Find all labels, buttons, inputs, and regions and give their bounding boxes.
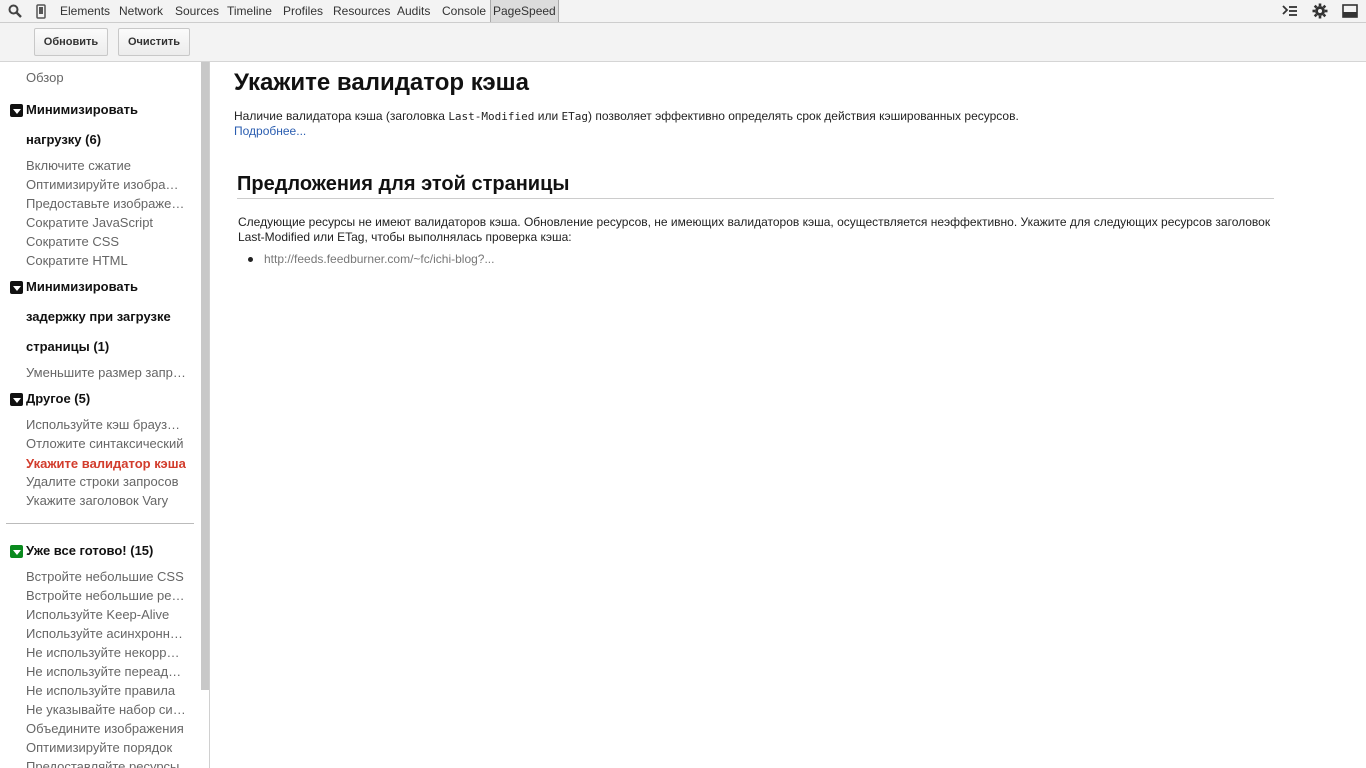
collapse-triangle-icon[interactable]: [10, 393, 23, 406]
sidebar-rule-item[interactable]: Отложите синтаксический: [26, 436, 186, 452]
sidebar-rule-item[interactable]: Используйте асинхронные: [26, 626, 186, 642]
rules-sidebar: Обзор Минимизировать нагрузку (6) Включи…: [0, 62, 210, 768]
sidebar-rule-item[interactable]: Сократите HTML: [26, 253, 186, 269]
pagespeed-toolbar: Обновить Очистить: [0, 23, 1366, 62]
clear-button[interactable]: Очистить: [118, 28, 190, 56]
learn-more-link[interactable]: Подробнее...: [234, 124, 306, 138]
sidebar-divider: [6, 523, 194, 524]
sidebar-rule-item[interactable]: Сократите JavaScript: [26, 215, 186, 231]
sidebar-rule-item[interactable]: Уменьшите размер запросов: [26, 365, 186, 381]
group-title-line[interactable]: задержку при загрузке: [26, 309, 171, 325]
tab-audits[interactable]: Audits: [397, 0, 430, 22]
sidebar-rule-item[interactable]: Объедините изображения: [26, 721, 186, 737]
sidebar-rule-item[interactable]: Предоставьте изображения: [26, 196, 186, 212]
group-title-line[interactable]: Минимизировать: [26, 102, 138, 118]
sidebar-rule-item[interactable]: Не используйте переадресацию: [26, 664, 186, 680]
intro-text: Наличие валидатора кэша (заголовка: [234, 109, 449, 123]
tab-console[interactable]: Console: [442, 0, 486, 22]
tab-pagespeed[interactable]: PageSpeed: [490, 0, 559, 22]
sidebar-rule-item[interactable]: Сократите CSS: [26, 234, 186, 250]
tab-timeline[interactable]: Timeline: [227, 0, 272, 22]
sidebar-scrollbar[interactable]: [201, 62, 209, 690]
tab-profiles[interactable]: Profiles: [283, 0, 323, 22]
rule-title: Укажите валидатор кэша: [234, 69, 530, 96]
collapse-triangle-icon[interactable]: [10, 104, 23, 117]
sidebar-item-overview[interactable]: Обзор: [26, 70, 186, 86]
group-title-line[interactable]: Уже все готово! (15): [26, 543, 153, 559]
sidebar-rule-item[interactable]: Оптимизируйте порядок: [26, 740, 186, 756]
sidebar-rule-item[interactable]: Оптимизируйте изображения: [26, 177, 186, 193]
section-divider: [237, 198, 1274, 199]
section-title: Предложения для этой страницы: [237, 173, 570, 195]
sidebar-rule-item[interactable]: Используйте Keep-Alive: [26, 607, 186, 623]
tab-elements[interactable]: Elements: [60, 0, 110, 22]
collapse-triangle-icon[interactable]: [10, 281, 23, 294]
dock-side-icon[interactable]: [1342, 3, 1358, 19]
sidebar-rule-item[interactable]: Удалите строки запросов: [26, 474, 186, 490]
sidebar-rule-item[interactable]: Включите сжатие: [26, 158, 186, 174]
intro-text: ) позволяет эффективно определять срок д…: [587, 109, 1019, 123]
intro-text: или: [534, 109, 562, 123]
collapse-triangle-icon[interactable]: [10, 545, 23, 558]
section-description: Следующие ресурсы не имеют валидаторов к…: [238, 215, 1271, 244]
tab-network[interactable]: Network: [119, 0, 163, 22]
sidebar-rule-item[interactable]: Предоставляйте ресурсы: [26, 759, 186, 768]
resource-url[interactable]: http://feeds.feedburner.com/~fc/ichi-blo…: [264, 252, 494, 266]
device-mode-icon[interactable]: [33, 3, 49, 19]
sidebar-rule-item[interactable]: Встройте небольшие CSS: [26, 569, 186, 585]
sidebar-rule-item[interactable]: Не используйте правила: [26, 683, 186, 699]
rule-intro: Наличие валидатора кэша (заголовка Last-…: [234, 109, 1019, 123]
group-title-line[interactable]: Другое (5): [26, 391, 90, 407]
settings-gear-icon[interactable]: [1312, 3, 1328, 19]
search-icon[interactable]: [7, 3, 23, 19]
group-title-line[interactable]: нагрузку (6): [26, 132, 101, 148]
sidebar-rule-item[interactable]: Укажите заголовок Vary: [26, 493, 186, 509]
group-title-line[interactable]: Минимизировать: [26, 279, 138, 295]
sidebar-rule-item-selected[interactable]: Укажите валидатор кэша: [26, 456, 186, 472]
intro-code: Last-Modified: [448, 110, 535, 123]
group-title-line[interactable]: страницы (1): [26, 339, 109, 355]
sidebar-rule-item[interactable]: Не указывайте набор символов: [26, 702, 186, 718]
console-drawer-icon[interactable]: [1282, 3, 1298, 19]
devtools-tab-bar: Elements Network Sources Timeline Profil…: [0, 0, 1366, 23]
sidebar-rule-item[interactable]: Встройте небольшие ресурсы: [26, 588, 186, 604]
intro-code: ETag: [561, 110, 588, 123]
rule-details-panel: Укажите валидатор кэша Наличие валидатор…: [211, 62, 1366, 768]
list-bullet: [248, 257, 253, 262]
refresh-button[interactable]: Обновить: [34, 28, 108, 56]
tab-resources[interactable]: Resources: [333, 0, 390, 22]
sidebar-rule-item[interactable]: Не используйте некорректные: [26, 645, 186, 661]
tab-sources[interactable]: Sources: [175, 0, 219, 22]
sidebar-rule-item[interactable]: Используйте кэш браузера: [26, 417, 186, 433]
